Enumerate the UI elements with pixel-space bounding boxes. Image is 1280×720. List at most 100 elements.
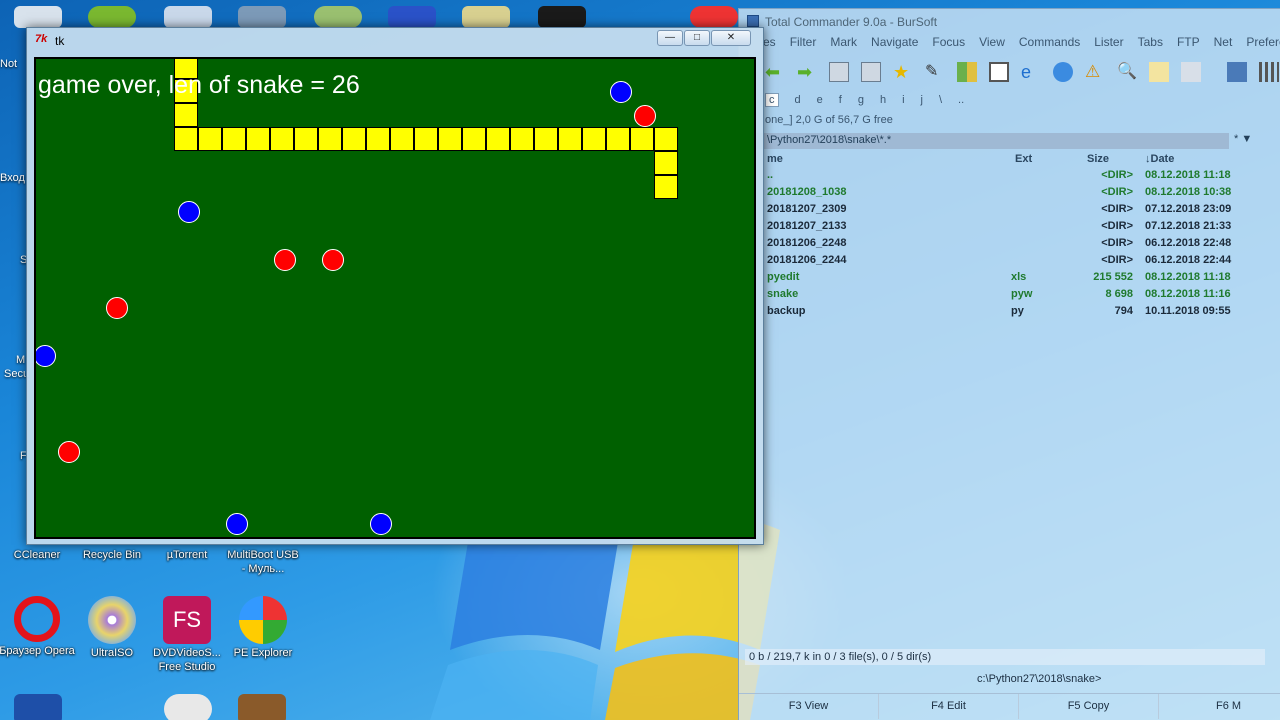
path-history-dropdown[interactable]: * ▼ xyxy=(1234,133,1252,145)
menu-item[interactable]: View xyxy=(979,35,1005,55)
column-date[interactable]: ↓Date xyxy=(1145,153,1174,165)
back-arrow-icon[interactable]: ⬅ xyxy=(765,62,785,82)
menu-item[interactable]: Preferen xyxy=(1246,35,1280,55)
total-commander-window[interactable]: Total Commander 9.0a - BurSoft es Filter… xyxy=(738,8,1280,720)
drive-button[interactable]: h xyxy=(880,94,886,106)
menu-item[interactable]: Navigate xyxy=(871,35,918,55)
file-row[interactable]: snake pyw 8 698 08.12.2018 11:16 xyxy=(739,286,1280,303)
game-over-text: game over, len of snake = 26 xyxy=(38,71,360,99)
desktop-icon-utorrent[interactable]: µTorrent xyxy=(148,548,226,562)
menu-item[interactable]: es xyxy=(763,35,776,55)
file-row[interactable]: 20181207_2309 <DIR> 07.12.2018 23:09 xyxy=(739,201,1280,218)
desktop-icon-fragment[interactable] xyxy=(462,6,510,28)
current-path[interactable]: \Python27\2018\snake\*.* xyxy=(739,133,1229,149)
file-name: snake xyxy=(767,288,799,300)
f3-view-button[interactable]: F3 View xyxy=(739,694,879,719)
file-row[interactable]: 20181206_2248 <DIR> 06.12.2018 22:48 xyxy=(739,235,1280,252)
drive-button[interactable]: .. xyxy=(958,94,964,106)
desktop-icon-fragment[interactable] xyxy=(14,694,62,720)
folder-sync-icon[interactable] xyxy=(1181,62,1201,82)
file-row[interactable]: backup py 794 10.11.2018 09:55 xyxy=(739,303,1280,320)
menu-item[interactable]: Lister xyxy=(1094,35,1123,55)
search-icon[interactable]: 🔍 xyxy=(1117,62,1137,82)
desktop-icon-fragment[interactable] xyxy=(314,6,362,28)
pack-icon[interactable] xyxy=(829,62,849,82)
menu-item[interactable]: Tabs xyxy=(1138,35,1163,55)
desktop-icon-fragment[interactable] xyxy=(388,6,436,28)
display-icon[interactable] xyxy=(1227,62,1247,82)
file-size: 215 552 xyxy=(1093,271,1133,283)
command-line-prompt[interactable]: c:\Python27\2018\snake> xyxy=(977,673,1101,685)
desktop-icon-fragment[interactable] xyxy=(690,6,738,28)
ftp-globe-icon[interactable] xyxy=(1053,62,1073,82)
internet-explorer-icon[interactable]: e xyxy=(1021,62,1041,82)
drive-button[interactable]: j xyxy=(921,94,923,106)
unpack-icon[interactable] xyxy=(861,62,881,82)
maximize-button[interactable]: □ xyxy=(684,30,710,46)
tk-titlebar[interactable]: 7k tk — □ ✕ xyxy=(27,28,763,52)
desktop-icon-fragment[interactable] xyxy=(238,694,286,720)
tk-window-title: tk xyxy=(55,34,65,48)
minimize-button[interactable]: — xyxy=(657,30,683,46)
snake-segment xyxy=(486,127,510,151)
desktop-icon-pe-explorer[interactable]: PE Explorer xyxy=(224,596,302,660)
drive-button[interactable]: i xyxy=(902,94,904,106)
desktop-icon-ultraiso[interactable]: UltraISO xyxy=(73,596,151,660)
desktop-icon-fragment[interactable] xyxy=(538,6,586,28)
f5-copy-button[interactable]: F5 Copy xyxy=(1019,694,1159,719)
close-button[interactable]: ✕ xyxy=(711,30,751,46)
menu-item[interactable]: Filter xyxy=(790,35,817,55)
edit-pen-icon[interactable]: ✎ xyxy=(925,62,945,82)
file-size: 794 xyxy=(1114,305,1133,317)
drive-button[interactable]: \ xyxy=(939,94,942,106)
menu-item[interactable]: Mark xyxy=(830,35,857,55)
file-row[interactable]: 20181207_2133 <DIR> 07.12.2018 21:33 xyxy=(739,218,1280,235)
desktop-icon-freestudio[interactable]: FS DVDVideoS... Free Studio xyxy=(148,596,226,674)
warning-icon[interactable]: ⚠ xyxy=(1085,62,1105,82)
tc-titlebar[interactable]: Total Commander 9.0a - BurSoft xyxy=(739,9,1280,35)
file-row[interactable]: 20181208_1038 <DIR> 08.12.2018 10:38 xyxy=(739,184,1280,201)
column-size[interactable]: Size xyxy=(1087,153,1109,165)
compare-icon[interactable] xyxy=(957,62,977,82)
desktop-icon-recycle-bin[interactable]: Recycle Bin xyxy=(73,548,151,562)
clipboard-icon[interactable] xyxy=(989,62,1009,82)
desktop-icon-fragment[interactable] xyxy=(164,6,212,28)
desktop-icon-fragment[interactable] xyxy=(238,6,286,28)
pe-explorer-icon xyxy=(239,596,287,644)
drive-button[interactable]: g xyxy=(858,94,864,106)
snake-segment xyxy=(510,127,534,151)
menu-item[interactable]: Net xyxy=(1214,35,1233,55)
drive-button[interactable]: f xyxy=(839,94,842,106)
blue-fruit xyxy=(370,513,392,535)
forward-arrow-icon[interactable]: ➡ xyxy=(797,62,817,82)
f6-move-button[interactable]: F6 M xyxy=(1159,694,1280,719)
notes-icon[interactable] xyxy=(1149,62,1169,82)
drive-button[interactable]: d xyxy=(795,94,801,106)
desktop-icon-opera[interactable]: Браузер Opera xyxy=(0,596,76,658)
desktop-icon-fragment[interactable] xyxy=(88,6,136,28)
game-canvas[interactable]: game over, len of snake = 26 xyxy=(34,57,756,539)
drive-button[interactable]: c xyxy=(765,93,779,107)
file-row[interactable]: pyedit xls 215 552 08.12.2018 11:18 xyxy=(739,269,1280,286)
file-row[interactable]: 20181206_2244 <DIR> 06.12.2018 22:44 xyxy=(739,252,1280,269)
drive-button[interactable]: e xyxy=(817,94,823,106)
desktop-icon-multiboot[interactable]: MultiBoot USB - Муль... xyxy=(224,548,302,576)
snake-segment xyxy=(462,127,486,151)
menu-item[interactable]: FTP xyxy=(1177,35,1200,55)
f4-edit-button[interactable]: F4 Edit xyxy=(879,694,1019,719)
grid-icon[interactable] xyxy=(1259,62,1279,82)
file-ext: xls xyxy=(1011,271,1027,283)
desktop-icon-fragment[interactable] xyxy=(14,6,62,28)
file-size: <DIR> xyxy=(1101,237,1133,249)
column-name[interactable]: me xyxy=(767,153,783,165)
file-date: 06.12.2018 22:44 xyxy=(1145,254,1232,266)
menu-item[interactable]: Focus xyxy=(932,35,965,55)
favorites-star-icon[interactable]: ★ xyxy=(893,62,913,82)
desktop-icon-fragment[interactable] xyxy=(164,694,212,720)
file-name: 20181207_2133 xyxy=(767,220,847,232)
column-ext[interactable]: Ext xyxy=(1015,153,1032,165)
file-row[interactable]: .. <DIR> 08.12.2018 11:18 xyxy=(739,167,1280,184)
tk-game-window[interactable]: 7k tk — □ ✕ game over, len of snake = 26 xyxy=(26,27,764,545)
desktop-icon-ccleaner[interactable]: CCleaner xyxy=(0,548,76,562)
menu-item[interactable]: Commands xyxy=(1019,35,1080,55)
